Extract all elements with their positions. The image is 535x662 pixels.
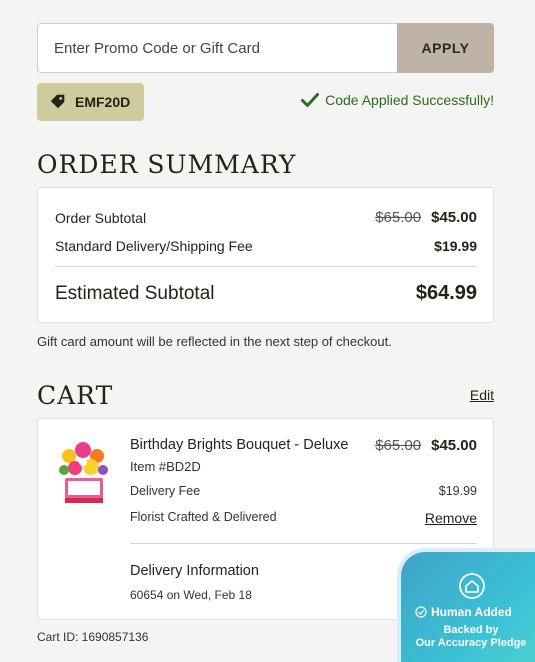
badge-sub-text: Backed by Our Accuracy Pledge	[411, 624, 531, 650]
tag-icon	[50, 94, 65, 109]
delivery-fee-label: Delivery Fee	[130, 484, 201, 498]
cart-item-name[interactable]: Birthday Brights Bouquet - Deluxe	[130, 437, 348, 453]
estimated-subtotal-row: Estimated Subtotal $64.99	[55, 282, 477, 305]
shipping-fee-row: Standard Delivery/Shipping Fee $19.99	[55, 238, 477, 254]
order-summary-box: Order Subtotal $65.00 $45.00 Standard Del…	[37, 187, 494, 323]
edit-cart-link[interactable]: Edit	[470, 387, 494, 403]
cart-divider	[130, 543, 477, 544]
badge-sub-line-2: Our Accuracy Pledge	[415, 637, 527, 649]
home-shield-icon	[459, 573, 485, 599]
check-icon	[301, 93, 320, 107]
cart-item-original-price: $65.00	[375, 437, 422, 454]
promo-code-row: APPLY	[37, 23, 494, 73]
delivery-info-title: Delivery Information	[130, 563, 259, 579]
cart-item-price: $45.00	[431, 437, 477, 454]
estimated-subtotal-price: $64.99	[415, 282, 477, 304]
order-subtotal-row: Order Subtotal $65.00 $45.00	[55, 209, 477, 226]
badge-main-text: Human Added	[431, 605, 512, 619]
apply-button[interactable]: APPLY	[397, 23, 494, 73]
cart-item-prices: $65.00 $45.00	[375, 437, 477, 454]
shipping-fee-price: $19.99	[434, 238, 477, 254]
accuracy-pledge-badge[interactable]: Human Added Backed by Our Accuracy Pledg…	[397, 548, 535, 662]
bouquet-image	[55, 436, 113, 512]
estimated-subtotal-label: Estimated Subtotal	[55, 282, 215, 304]
applied-code-label: EMF20D	[75, 94, 131, 110]
badge-sub-line-1: Backed by	[443, 624, 499, 636]
cart-id: Cart ID: 1690857136	[37, 630, 149, 644]
check-circle-icon	[415, 606, 427, 618]
badge-main-line: Human Added	[415, 605, 512, 619]
gift-card-note: Gift card amount will be reflected in th…	[37, 334, 392, 349]
fulfillment-label: Florist Crafted & Delivered	[130, 510, 277, 524]
delivery-info-detail: 60654 on Wed, Feb 18	[130, 588, 252, 602]
cart-item-id: Item #BD2D	[130, 459, 201, 474]
promo-code-input[interactable]	[37, 23, 397, 73]
summary-divider	[55, 266, 477, 267]
cart-title: CART	[37, 381, 114, 410]
product-thumbnail[interactable]	[55, 436, 113, 512]
shipping-fee-label: Standard Delivery/Shipping Fee	[55, 238, 253, 254]
order-summary-title: ORDER SUMMARY	[37, 150, 297, 179]
remove-item-link[interactable]: Remove	[425, 510, 477, 526]
code-applied-status: Code Applied Successfully!	[301, 92, 494, 108]
delivery-fee-price: $19.99	[438, 484, 477, 498]
code-applied-text: Code Applied Successfully!	[325, 92, 494, 108]
order-subtotal-label: Order Subtotal	[55, 209, 147, 226]
order-subtotal-original-price: $65.00	[375, 209, 422, 226]
order-subtotal-price: $45.00	[431, 209, 477, 226]
applied-code-chip[interactable]: EMF20D	[37, 83, 144, 121]
